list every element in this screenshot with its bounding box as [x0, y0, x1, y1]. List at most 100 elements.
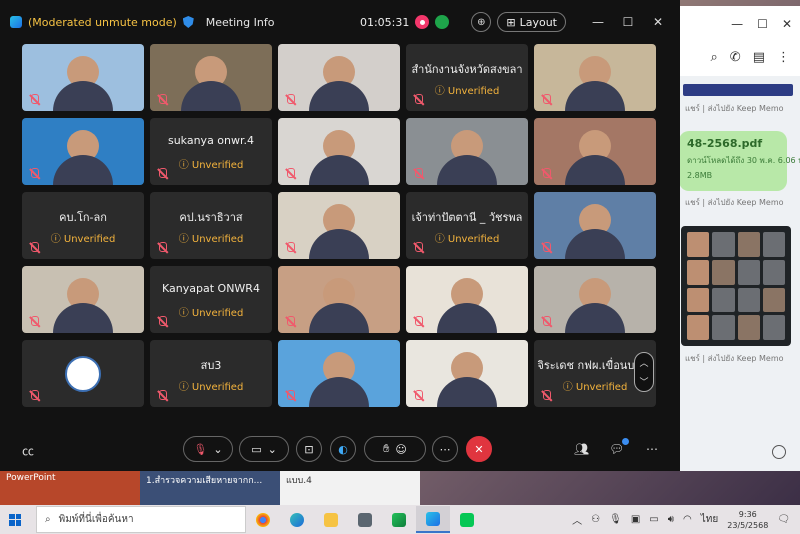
- participant-tile[interactable]: Kanyapat ONWR4 ⓘ Unverified: [150, 266, 272, 333]
- participant-tile[interactable]: [534, 44, 656, 111]
- shared-screenshot-image[interactable]: [681, 226, 791, 346]
- chevron-up-icon[interactable]: ︿: [572, 512, 582, 527]
- participant-tile[interactable]: สำนักงานจังหวัดสงขลา ⓘ Unverified: [406, 44, 528, 111]
- participant-tile[interactable]: สบ3 ⓘ Unverified: [150, 340, 272, 407]
- participant-figure: [565, 229, 625, 259]
- clock-time: 9:36: [738, 509, 757, 519]
- mic-muted-icon: 🎙︎: [193, 442, 208, 456]
- volume-icon[interactable]: 🔊︎: [668, 514, 674, 525]
- unverified-label: ⓘ Unverified: [406, 230, 528, 245]
- line-icon[interactable]: [450, 506, 484, 533]
- language-indicator[interactable]: ไทย: [701, 512, 718, 527]
- participant-tile[interactable]: จิระเดช กฟผ.เขื่อนบางล ⓘ Unverified ︿ ﹀: [534, 340, 656, 407]
- search-icon[interactable]: ⌕: [711, 50, 718, 65]
- mute-button[interactable]: 🎙︎ ⌄: [183, 436, 233, 462]
- participant-tile[interactable]: [22, 118, 144, 185]
- unverified-text: Unverified: [63, 234, 116, 245]
- edge-icon[interactable]: [280, 506, 314, 533]
- participant-video: [150, 44, 272, 111]
- form-peek[interactable]: แบบ.4: [280, 471, 420, 505]
- participant-tile[interactable]: คบ.โก-ลก ⓘ Unverified: [22, 192, 144, 259]
- notes-icon[interactable]: ▤: [753, 50, 765, 65]
- search-icon: ⌕: [45, 514, 51, 525]
- message-meta[interactable]: แชร์ | ส่งไปยัง Keep Memo: [685, 352, 784, 365]
- participant-tile[interactable]: [534, 192, 656, 259]
- video-button[interactable]: ▭ ⌄: [239, 436, 289, 462]
- minimize-icon[interactable]: —: [586, 15, 610, 29]
- participant-tile[interactable]: คป.นราธิวาส ⓘ Unverified: [150, 192, 272, 259]
- pdf-file-bubble[interactable]: 48-2568.pdf ดาวน์โหลดได้ถึง 30 พ.ค. 6.06…: [679, 131, 800, 191]
- people-icon[interactable]: ⚇: [591, 514, 600, 525]
- participant-tile[interactable]: [278, 192, 400, 259]
- meeting-info-link[interactable]: Meeting Info: [206, 16, 275, 29]
- chat-icon[interactable]: 💬︎: [609, 442, 624, 456]
- zoom-icon[interactable]: ⊕: [471, 12, 492, 32]
- webex-taskbar-icon[interactable]: [416, 506, 450, 533]
- leave-meeting-button[interactable]: ✕: [466, 436, 492, 462]
- layout-button[interactable]: ⊞ Layout: [497, 12, 566, 32]
- participant-tile[interactable]: [534, 266, 656, 333]
- shield-icon[interactable]: [182, 16, 194, 28]
- close-icon[interactable]: ✕: [646, 15, 670, 29]
- minimize-icon[interactable]: —: [731, 17, 743, 31]
- more-panels-icon[interactable]: ⋯: [646, 442, 658, 456]
- close-icon[interactable]: ✕: [782, 17, 792, 31]
- apps-button[interactable]: ◐: [330, 436, 356, 462]
- mic-muted-icon: [156, 390, 168, 402]
- message-meta[interactable]: แชร์ | ส่งไปยัง Keep Memo: [685, 102, 784, 115]
- menu-icon[interactable]: ⋮: [777, 50, 790, 65]
- participant-tile[interactable]: [534, 118, 656, 185]
- participant-tile[interactable]: [278, 118, 400, 185]
- participant-tile[interactable]: [278, 44, 400, 111]
- taskbar-search[interactable]: ⌕ พิมพ์ที่นี่เพื่อค้นหา: [36, 506, 246, 533]
- participants-icon[interactable]: 👥︎: [574, 442, 589, 456]
- participant-tile[interactable]: [406, 118, 528, 185]
- participant-tile[interactable]: [22, 44, 144, 111]
- participant-tile[interactable]: เจ้าท่าปัตตานี _ วัชรพล ⓘ Unverified: [406, 192, 528, 259]
- message-meta[interactable]: แชร์ | ส่งไปยัง Keep Memo: [685, 196, 784, 209]
- more-options-button[interactable]: ⋯: [432, 436, 458, 462]
- mic-muted-icon: [284, 316, 296, 328]
- maximize-icon[interactable]: ☐: [616, 15, 640, 29]
- share-button[interactable]: ⊡: [296, 436, 322, 462]
- powerpoint-peek[interactable]: PowerPoint: [0, 471, 140, 505]
- participant-tile[interactable]: [278, 340, 400, 407]
- mic-muted-icon: [28, 94, 40, 106]
- notifications-icon[interactable]: 🗨︎: [777, 514, 790, 525]
- start-button[interactable]: [0, 513, 30, 526]
- network-status-icon[interactable]: [435, 15, 450, 29]
- participant-tile[interactable]: [22, 340, 144, 407]
- participant-tile[interactable]: sukanya onwr.4 ⓘ Unverified: [150, 118, 272, 185]
- chevron-up-icon[interactable]: ︿: [639, 356, 648, 369]
- webex-meeting-window: (Moderated unmute mode) Meeting Info 01:…: [0, 0, 680, 471]
- chevron-down-icon: ⌄: [267, 442, 277, 456]
- emoji-icon[interactable]: [772, 445, 786, 459]
- wifi-icon[interactable]: ◠: [683, 514, 692, 525]
- participant-tile[interactable]: [22, 266, 144, 333]
- webex-apps-icon: ◐: [338, 442, 348, 456]
- avatar: [65, 356, 101, 392]
- clock[interactable]: 9:36 23/5/2568: [727, 509, 768, 531]
- participant-tile[interactable]: [406, 266, 528, 333]
- emoji-plus-icon: ☺: [395, 442, 407, 456]
- participant-tile[interactable]: [278, 266, 400, 333]
- participant-figure: [309, 303, 369, 333]
- grid-scroll-control[interactable]: ︿ ﹀: [634, 352, 654, 392]
- calculator-icon[interactable]: [348, 506, 382, 533]
- participant-tile[interactable]: [150, 44, 272, 111]
- chevron-down-icon[interactable]: ﹀: [639, 375, 648, 388]
- battery-icon[interactable]: ▭: [649, 514, 658, 525]
- camera-tray-icon[interactable]: ▣: [631, 514, 640, 525]
- captions-icon[interactable]: ㏄: [22, 442, 34, 459]
- recording-icon[interactable]: [415, 15, 430, 29]
- line-titlebar: — ☐ ✕: [675, 6, 800, 42]
- participant-tile[interactable]: [406, 340, 528, 407]
- chrome-icon[interactable]: [246, 506, 280, 533]
- microphone-icon[interactable]: 🎙︎: [609, 514, 622, 525]
- kinemaster-icon[interactable]: [382, 506, 416, 533]
- maximize-icon[interactable]: ☐: [757, 17, 768, 31]
- reactions-button[interactable]: ✋︎ ☺: [364, 436, 426, 462]
- doc-peek[interactable]: 1.สำรวจความเสียหายจากก...: [140, 471, 280, 505]
- phone-icon[interactable]: ✆: [730, 50, 741, 65]
- file-explorer-icon[interactable]: [314, 506, 348, 533]
